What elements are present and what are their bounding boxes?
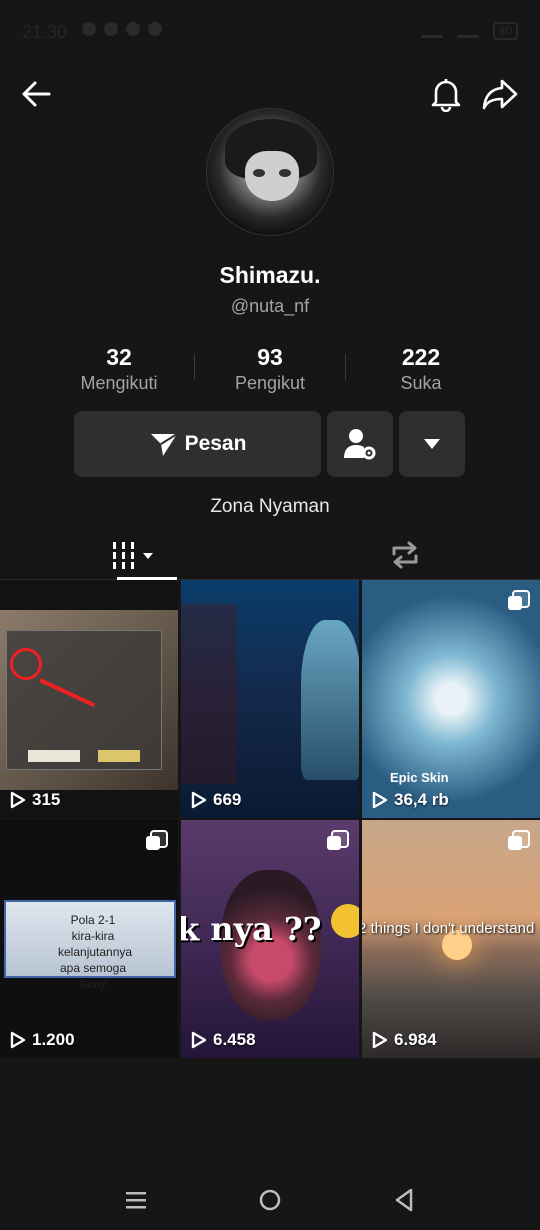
thumbnail-image [10, 648, 42, 680]
photo-carousel-icon [508, 830, 530, 850]
thumbnail-image [181, 604, 237, 784]
stat-following[interactable]: 32 Mengikuti [44, 344, 194, 400]
share-button[interactable] [480, 74, 520, 114]
caret-down-icon [424, 439, 440, 449]
message-button[interactable]: Pesan [74, 411, 321, 477]
system-icons: 80 [420, 22, 518, 40]
home-button[interactable] [250, 1182, 290, 1218]
back-triangle-icon [395, 1188, 413, 1212]
home-icon [259, 1189, 281, 1211]
avatar-eye [253, 169, 265, 177]
bell-icon [431, 79, 461, 112]
send-icon [150, 433, 178, 456]
share-icon [482, 79, 518, 110]
stat-likes[interactable]: 222 Suka [346, 344, 496, 400]
notification-bell-button[interactable] [426, 74, 466, 114]
thumbnail-image [28, 750, 80, 762]
back-button[interactable] [16, 74, 56, 114]
battery-icon: 80 [492, 22, 518, 40]
video-thumbnail[interactable]: 315 [0, 580, 178, 818]
video-caption: 2 things I don't understand [362, 920, 535, 937]
friend-settings-button[interactable] [327, 411, 393, 477]
system-back-button[interactable] [384, 1182, 424, 1218]
view-count: 36,4 rb [372, 790, 449, 810]
view-count: 669 [191, 790, 241, 810]
thumbnail-image [301, 620, 359, 780]
stat-value: 93 [257, 344, 283, 370]
view-count: 1.200 [10, 1030, 75, 1050]
view-count-text: 1.200 [32, 1030, 75, 1049]
display-name: Shimazu. [219, 262, 321, 288]
profile-bio: Zona Nyaman [210, 496, 330, 517]
recents-button[interactable] [116, 1182, 156, 1218]
stat-label: Suka [400, 373, 442, 393]
view-count-text: 669 [213, 790, 242, 809]
notification-icons [82, 22, 162, 36]
back-arrow-icon [22, 81, 51, 107]
avatar-face [245, 151, 299, 201]
photo-carousel-icon [146, 830, 168, 850]
view-count-text: 6.984 [394, 1030, 437, 1049]
video-thumbnail[interactable]: 669 [181, 580, 359, 818]
message-button-label: Pesan [184, 432, 247, 455]
profile-stats: 32 Mengikuti 93 Pengikut 222 Suka [44, 344, 496, 400]
play-icon [191, 791, 207, 809]
stat-value: 32 [106, 344, 132, 370]
view-count: 315 [10, 790, 60, 810]
content-tabs [0, 530, 540, 580]
notification-icon [82, 22, 96, 36]
tab-reposts[interactable] [270, 530, 540, 580]
view-count: 6.458 [191, 1030, 256, 1050]
repost-icon [392, 541, 418, 569]
photo-carousel-icon [508, 590, 530, 610]
video-thumbnail[interactable]: 2 things I don't understand 6.984 [362, 820, 540, 1058]
person-settings-icon [344, 429, 376, 460]
stat-label: Mengikuti [80, 373, 158, 393]
view-count-text: 36,4 rb [394, 790, 449, 809]
play-icon [191, 1031, 207, 1049]
username: @nuta_nf [230, 296, 310, 316]
more-options-button[interactable] [399, 411, 465, 477]
video-thumbnail[interactable]: k nya ?? 6.458 [181, 820, 359, 1058]
play-icon [10, 1031, 26, 1049]
grid-icon [113, 542, 153, 569]
video-thumbnail[interactable]: Epic Skin 36,4 rb [362, 580, 540, 818]
system-navigation-bar [0, 1170, 540, 1230]
view-count-text: 6.458 [213, 1030, 256, 1049]
emoji-sticker [331, 904, 359, 938]
signal-icon [456, 24, 479, 38]
play-icon [372, 791, 388, 809]
profile-avatar[interactable] [206, 108, 334, 236]
recents-icon [126, 1192, 146, 1209]
notification-icon [148, 22, 162, 36]
wifi-icon [420, 24, 443, 38]
notification-icon [104, 22, 118, 36]
status-bar: 21.30 80 [0, 0, 540, 60]
photo-carousel-icon [327, 830, 349, 850]
stat-label: Pengikut [234, 373, 306, 393]
view-count-text: 315 [32, 790, 61, 809]
stat-followers[interactable]: 93 Pengikut [195, 344, 345, 400]
play-icon [372, 1031, 388, 1049]
thumbnail-image [98, 750, 140, 762]
video-thumbnail[interactable]: Pola 2-1 kira-kira kelanjutannya apa sem… [0, 820, 178, 1058]
stat-value: 222 [401, 344, 441, 370]
video-caption: k nya ?? [181, 910, 322, 948]
notification-icon [126, 22, 140, 36]
avatar-eye [279, 169, 291, 177]
tab-videos[interactable] [0, 530, 270, 580]
video-caption: Pola 2-1 kira-kira kelanjutannya apa sem… [58, 913, 133, 991]
play-icon [10, 791, 26, 809]
video-caption: Epic Skin [390, 770, 449, 785]
status-time: 21.30 [22, 22, 68, 42]
view-count: 6.984 [372, 1030, 437, 1050]
